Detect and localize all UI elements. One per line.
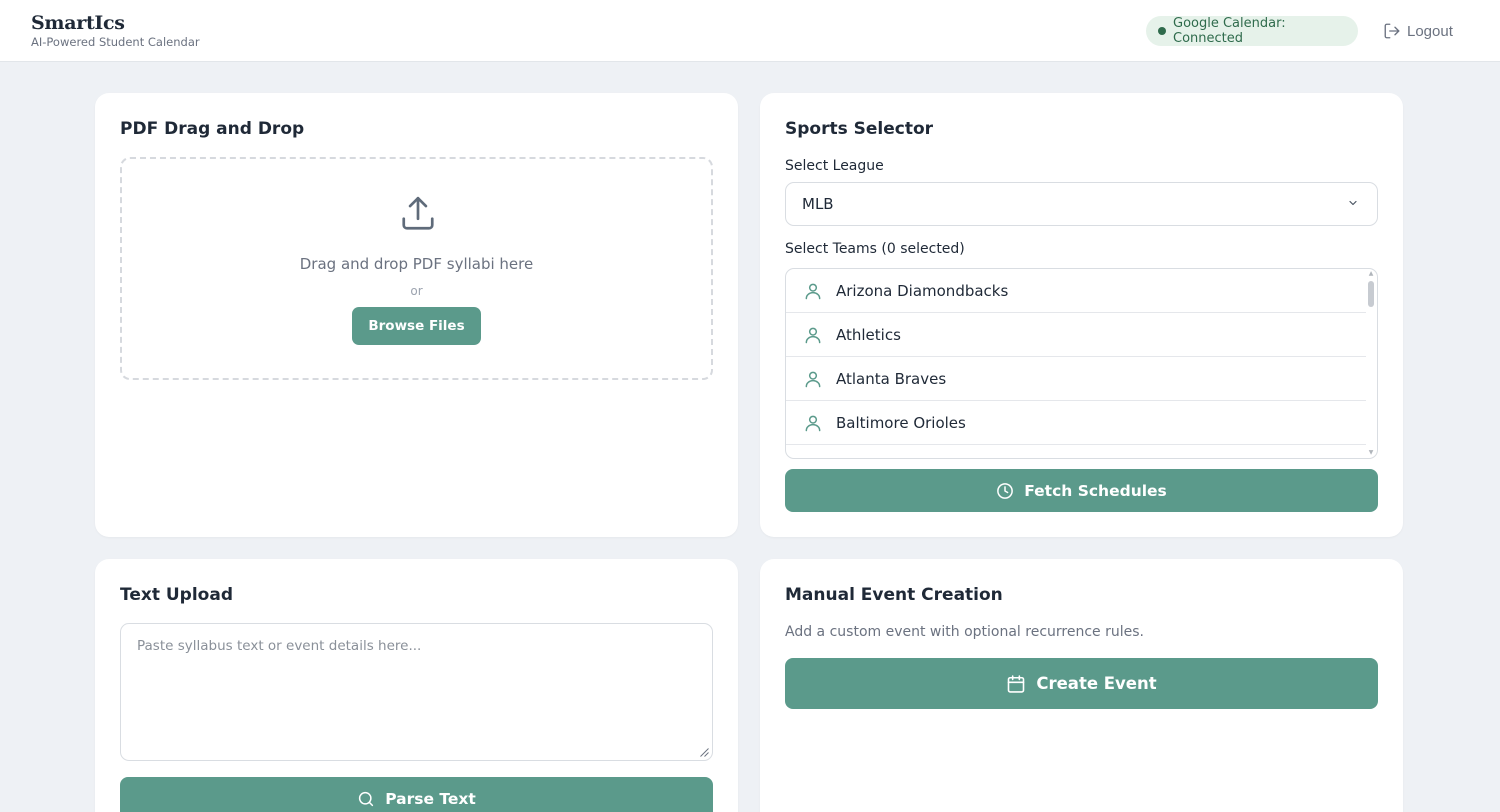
calendar-icon: [1008, 674, 1025, 693]
team-name: Athletics: [836, 325, 901, 344]
team-name: Arizona Diamondbacks: [836, 281, 1009, 300]
brand: SmartIcs AI-Powered Student Calendar: [31, 12, 200, 49]
logout-label: Logout: [1407, 22, 1453, 40]
app-header: SmartIcs AI-Powered Student Calendar Goo…: [0, 0, 1500, 62]
team-row[interactable]: Atlanta Braves: [786, 357, 1366, 401]
user-icon: [805, 415, 821, 431]
team-list[interactable]: Arizona Diamondbacks Athletics Atlanta B…: [785, 268, 1378, 459]
create-event-label: Create Event: [1036, 674, 1157, 693]
chevron-down-icon: [1349, 200, 1357, 206]
league-label: Select League: [785, 158, 884, 174]
logout-icon: [1384, 23, 1400, 39]
sports-selector-card: Sports Selector Select League MLB Select…: [760, 93, 1403, 537]
fetch-schedules-label: Fetch Schedules: [1024, 481, 1167, 500]
resize-handle-icon[interactable]: [700, 748, 709, 757]
text-card-title: Text Upload: [120, 585, 233, 605]
fetch-schedules-button[interactable]: Fetch Schedules: [785, 469, 1378, 512]
team-row[interactable]: Athletics: [786, 313, 1366, 357]
pdf-card-title: PDF Drag and Drop: [120, 119, 305, 139]
syllabus-text-input[interactable]: [120, 623, 713, 761]
pdf-upload-card: PDF Drag and Drop Drag and drop PDF syll…: [95, 93, 738, 537]
status-dot: [1158, 27, 1166, 35]
team-name: Atlanta Braves: [836, 369, 947, 388]
scrollbar-thumb[interactable]: [1368, 281, 1374, 307]
team-list-scrollbar[interactable]: ▲ ▼: [1365, 269, 1377, 458]
search-icon: [359, 791, 374, 807]
pdf-dropzone[interactable]: Drag and drop PDF syllabi here or Browse…: [120, 157, 713, 380]
brand-name: SmartIcs: [31, 12, 125, 34]
user-icon: [805, 283, 821, 299]
league-selected-value: MLB: [802, 195, 834, 213]
google-calendar-status-text: Google Calendar: Connected: [1173, 16, 1286, 46]
manual-event-card: Manual Event Creation Add a custom event…: [760, 559, 1403, 812]
user-icon: [805, 327, 821, 343]
google-calendar-status-badge: Google Calendar: Connected: [1146, 16, 1358, 46]
brand-tagline: AI-Powered Student Calendar: [31, 35, 200, 49]
upload-icon: [402, 196, 434, 230]
teams-label: Select Teams (0 selected): [785, 241, 965, 257]
logout-button[interactable]: Logout: [1383, 20, 1453, 42]
manual-card-title: Manual Event Creation: [785, 585, 1003, 605]
team-row[interactable]: Arizona Diamondbacks: [786, 269, 1366, 313]
browse-files-button[interactable]: Browse Files: [352, 307, 481, 345]
scroll-up-icon[interactable]: ▲: [1368, 271, 1374, 277]
user-icon: [805, 371, 821, 387]
scroll-down-icon[interactable]: ▼: [1368, 450, 1374, 456]
team-name: Baltimore Orioles: [836, 413, 966, 432]
drop-instructions: Drag and drop PDF syllabi here: [299, 255, 534, 273]
create-event-button[interactable]: Create Event: [785, 658, 1378, 709]
clock-icon: [997, 482, 1014, 499]
user-icon: [803, 457, 823, 460]
parse-text-label: Parse Text: [385, 790, 476, 808]
manual-card-description: Add a custom event with optional recurre…: [785, 624, 1144, 640]
drop-or-text: or: [410, 284, 423, 298]
league-select[interactable]: MLB: [785, 182, 1378, 226]
team-row[interactable]: Baltimore Orioles: [786, 401, 1366, 445]
team-row-partial[interactable]: [786, 445, 1366, 460]
sports-card-title: Sports Selector: [785, 119, 934, 139]
parse-text-button[interactable]: Parse Text: [120, 777, 713, 812]
text-upload-card: Text Upload Parse Text: [95, 559, 738, 812]
